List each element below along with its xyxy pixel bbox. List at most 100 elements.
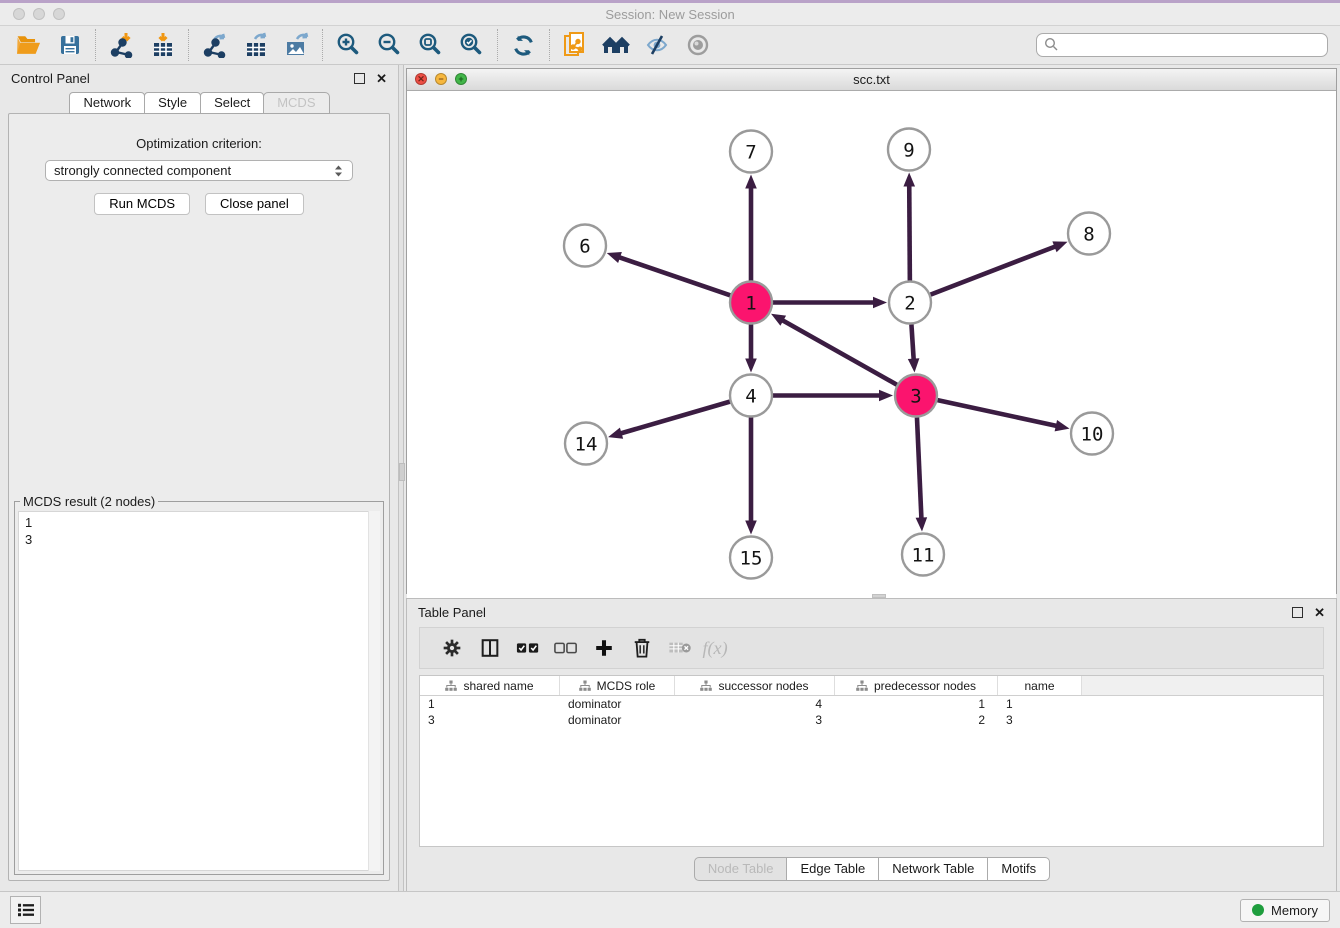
refresh-button[interactable] (503, 29, 544, 61)
cell-name[interactable]: 3 (998, 713, 1082, 727)
delete-row-button[interactable] (623, 631, 661, 665)
column-header-mcds-role[interactable]: MCDS role (560, 676, 675, 695)
close-panel-button[interactable]: Close panel (205, 193, 304, 215)
close-panel-icon[interactable]: ✕ (1314, 608, 1325, 617)
export-network-button[interactable] (194, 29, 235, 61)
column-type-icon (856, 680, 868, 692)
selected-criterion: strongly connected component (54, 163, 231, 178)
column-header-name[interactable]: name (998, 676, 1082, 695)
hide-selected-button[interactable] (637, 29, 678, 61)
show-all-button[interactable] (678, 29, 719, 61)
tab-network[interactable]: Network (69, 92, 145, 114)
column-label: MCDS role (597, 679, 656, 693)
network-graph[interactable]: 7968124314101511 (407, 91, 1336, 598)
zoom-selected-button[interactable] (451, 29, 492, 61)
result-line: 3 (25, 531, 373, 548)
graph-edge-3-10[interactable] (938, 400, 1059, 426)
task-history-button[interactable] (10, 896, 41, 924)
graph-edge-3-1[interactable] (781, 319, 897, 385)
new-network-from-selection-button[interactable] (555, 29, 596, 61)
close-panel-icon[interactable]: ✕ (376, 74, 387, 83)
zoom-in-button[interactable] (328, 29, 369, 61)
open-folder-icon (15, 33, 42, 57)
float-panel-icon[interactable] (1292, 607, 1303, 618)
graph-edge-3-11[interactable] (917, 417, 922, 520)
show-column-button[interactable] (471, 631, 509, 665)
table-options-button[interactable] (433, 631, 471, 665)
status-bar: Memory (0, 891, 1340, 928)
graph-edge-1-6[interactable] (617, 257, 730, 296)
import-network-button[interactable] (101, 29, 142, 61)
panel-splitter-horizontal[interactable] (404, 594, 1340, 598)
table-row[interactable]: 1 dominator 4 1 1 (420, 696, 1323, 712)
mcds-result-title: MCDS result (2 nodes) (20, 494, 158, 509)
column-label: name (1024, 679, 1054, 693)
network-minimize-button[interactable]: − (435, 73, 447, 85)
network-close-button[interactable]: ✕ (415, 73, 427, 85)
zoom-out-button[interactable] (369, 29, 410, 61)
tab-style[interactable]: Style (144, 92, 201, 114)
network-canvas[interactable]: 7968124314101511 (407, 91, 1336, 598)
column-header-successor-nodes[interactable]: successor nodes (675, 676, 835, 695)
maximize-window-button[interactable] (53, 8, 65, 20)
select-all-button[interactable] (509, 631, 547, 665)
graph-node-label: 10 (1081, 423, 1104, 445)
unselect-all-button[interactable] (547, 631, 585, 665)
zoom-fit-button[interactable] (410, 29, 451, 61)
close-window-button[interactable] (13, 8, 25, 20)
open-session-button[interactable] (8, 29, 49, 61)
result-scrollbar[interactable] (368, 511, 380, 871)
panel-splitter-vertical[interactable] (398, 65, 404, 891)
save-icon (58, 33, 82, 57)
cell-shared-name[interactable]: 1 (420, 697, 560, 711)
cell-predecessor-nodes[interactable]: 2 (835, 713, 998, 727)
mcds-result-text[interactable]: 1 3 (18, 511, 380, 871)
search-input[interactable] (1036, 33, 1328, 57)
splitter-grip[interactable] (399, 463, 405, 481)
columns-icon (479, 637, 501, 659)
network-maximize-button[interactable]: + (455, 73, 467, 85)
run-mcds-button[interactable]: Run MCDS (94, 193, 190, 215)
cell-shared-name[interactable]: 3 (420, 713, 560, 727)
cell-predecessor-nodes[interactable]: 1 (835, 697, 998, 711)
tab-node-table[interactable]: Node Table (694, 857, 788, 881)
graph-arrowhead (745, 521, 757, 535)
tab-network-table[interactable]: Network Table (878, 857, 988, 881)
memory-button[interactable]: Memory (1240, 899, 1330, 922)
tab-mcds[interactable]: MCDS (263, 92, 329, 114)
table-toolbar: f(x) (419, 627, 1324, 669)
cell-mcds-role[interactable]: dominator (560, 697, 675, 711)
graph-arrowhead (1055, 420, 1070, 431)
cell-name[interactable]: 1 (998, 697, 1082, 711)
delete-table-button[interactable] (661, 631, 699, 665)
graph-node-label: 1 (745, 292, 756, 314)
graph-edge-2-8[interactable] (931, 246, 1058, 295)
cell-successor-nodes[interactable]: 3 (675, 713, 835, 727)
graph-node-label: 14 (575, 433, 598, 455)
save-session-button[interactable] (49, 29, 90, 61)
cell-successor-nodes[interactable]: 4 (675, 697, 835, 711)
export-table-button[interactable] (235, 29, 276, 61)
add-row-button[interactable] (585, 631, 623, 665)
function-builder-button[interactable]: f(x) (699, 631, 737, 665)
network-window-controls: ✕ − + (415, 73, 467, 85)
splitter-grip[interactable] (872, 594, 886, 598)
export-image-button[interactable] (276, 29, 317, 61)
combo-arrows-icon (333, 164, 344, 178)
graph-edge-4-14[interactable] (619, 402, 730, 434)
table-row[interactable]: 3 dominator 3 2 3 (420, 712, 1323, 728)
first-neighbors-button[interactable] (596, 29, 637, 61)
optimization-criterion-select[interactable]: strongly connected component (45, 160, 353, 181)
tab-edge-table[interactable]: Edge Table (786, 857, 879, 881)
column-type-icon (445, 680, 457, 692)
tab-select[interactable]: Select (200, 92, 264, 114)
import-table-button[interactable] (142, 29, 183, 61)
tab-motifs[interactable]: Motifs (987, 857, 1050, 881)
cell-mcds-role[interactable]: dominator (560, 713, 675, 727)
graph-edge-2-3[interactable] (911, 324, 913, 361)
float-panel-icon[interactable] (354, 73, 365, 84)
minimize-window-button[interactable] (33, 8, 45, 20)
column-header-predecessor-nodes[interactable]: predecessor nodes (835, 676, 998, 695)
column-header-shared-name[interactable]: shared name (420, 676, 560, 695)
graph-edge-2-9[interactable] (909, 183, 910, 280)
